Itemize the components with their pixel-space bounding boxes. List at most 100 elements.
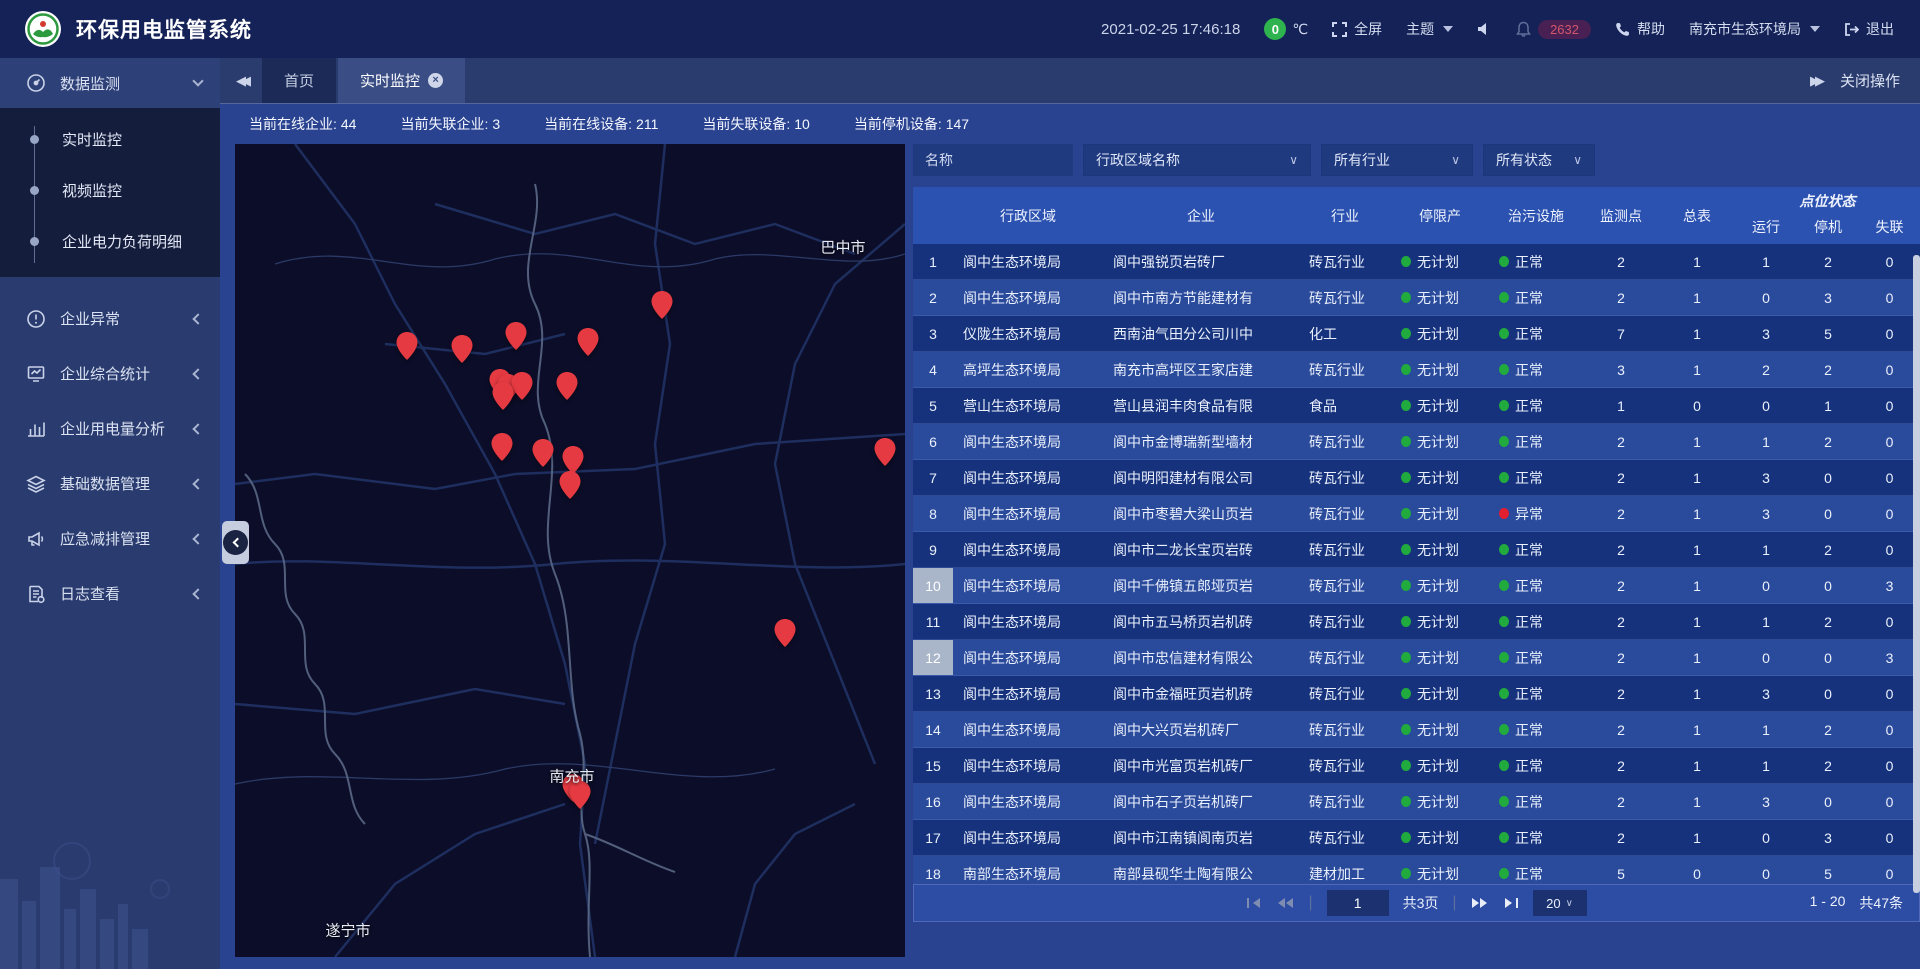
cell-total-meter: 1 bbox=[1659, 640, 1735, 675]
tab-home[interactable]: 首页 bbox=[262, 58, 336, 103]
help-button[interactable]: 帮助 bbox=[1615, 19, 1665, 39]
last-page-button[interactable] bbox=[1503, 897, 1519, 909]
status-dot-icon bbox=[1401, 508, 1411, 519]
cell-production-status: 无计划 bbox=[1391, 496, 1489, 531]
column-header-company: 企业 bbox=[1103, 187, 1299, 244]
fullscreen-button[interactable]: 全屏 bbox=[1332, 19, 1382, 39]
next-page-button[interactable] bbox=[1471, 897, 1489, 909]
sidebar-item-base-data[interactable]: 基础数据管理 bbox=[0, 456, 220, 511]
tabs-scroll-right-button[interactable]: ▶▶ bbox=[1810, 73, 1820, 89]
status-dot-icon bbox=[1499, 796, 1509, 807]
map-collapse-handle[interactable] bbox=[222, 521, 249, 564]
cell-index: 16 bbox=[913, 784, 953, 819]
sidebar-item-enterprise-abnormal[interactable]: 企业异常 bbox=[0, 291, 220, 346]
sidebar-item-video-monitor[interactable]: 视频监控 bbox=[0, 165, 220, 216]
chevron-left-icon bbox=[192, 533, 203, 544]
sidebar-item-power-load-detail[interactable]: 企业电力负荷明细 bbox=[0, 216, 220, 267]
map-marker-pin[interactable] bbox=[492, 382, 514, 410]
table-row[interactable]: 5 营山生态环境局 营山县润丰肉食品有限 食品 无计划 正常 1 0 0 1 0 bbox=[913, 388, 1920, 424]
vertical-scrollbar[interactable] bbox=[1913, 255, 1920, 893]
map-marker-pin[interactable] bbox=[577, 328, 599, 356]
table-row[interactable]: 8 阆中生态环境局 阆中市枣碧大梁山页岩 砖瓦行业 无计划 异常 2 1 3 0… bbox=[913, 496, 1920, 532]
chevron-left-icon bbox=[192, 313, 203, 324]
table-row[interactable]: 18 南部生态环境局 南部县砚华土陶有限公 建材加工 无计划 正常 5 0 0 … bbox=[913, 856, 1920, 884]
sidebar-item-data-monitor[interactable]: 数据监测 bbox=[0, 58, 220, 108]
sidebar-item-realtime-monitor[interactable]: 实时监控 bbox=[0, 114, 220, 165]
page-size-select[interactable]: 20 ∨ bbox=[1533, 890, 1587, 916]
sound-toggle-button[interactable] bbox=[1477, 22, 1492, 36]
cell-stopped: 2 bbox=[1797, 748, 1859, 783]
map-marker-pin[interactable] bbox=[774, 619, 796, 647]
name-filter-input[interactable] bbox=[913, 144, 1073, 176]
notifications-button[interactable]: 2632 bbox=[1516, 20, 1591, 39]
table-row[interactable]: 9 阆中生态环境局 阆中市二龙长宝页岩砖 砖瓦行业 无计划 正常 2 1 1 2… bbox=[913, 532, 1920, 568]
table-row[interactable]: 16 阆中生态环境局 阆中市石子页岩机砖厂 砖瓦行业 无计划 正常 2 1 3 … bbox=[913, 784, 1920, 820]
logout-button[interactable]: 退出 bbox=[1844, 19, 1894, 39]
table-row[interactable]: 4 高坪生态环境局 南充市高坪区王家店建 砖瓦行业 无计划 正常 3 1 2 2… bbox=[913, 352, 1920, 388]
table-row[interactable]: 6 阆中生态环境局 阆中市金博瑞新型墙材 砖瓦行业 无计划 正常 2 1 1 2… bbox=[913, 424, 1920, 460]
tab-realtime-monitor[interactable]: 实时监控 × bbox=[338, 58, 465, 103]
page-number-input[interactable] bbox=[1327, 890, 1389, 916]
cell-running: 3 bbox=[1735, 316, 1797, 351]
map-marker-pin[interactable] bbox=[562, 446, 584, 474]
sidebar-item-power-analysis[interactable]: 企业用电量分析 bbox=[0, 401, 220, 456]
cell-total-meter: 1 bbox=[1659, 316, 1735, 351]
prev-page-button[interactable] bbox=[1276, 897, 1294, 909]
sidebar-item-emergency-reduction[interactable]: 应急减排管理 bbox=[0, 511, 220, 566]
map-marker-pin[interactable] bbox=[491, 433, 513, 461]
map-marker-pin[interactable] bbox=[532, 439, 554, 467]
map-marker-pin[interactable] bbox=[505, 322, 527, 350]
table-row[interactable]: 2 阆中生态环境局 阆中市南方节能建材有 砖瓦行业 无计划 正常 2 1 0 3… bbox=[913, 280, 1920, 316]
cell-facility-status: 正常 bbox=[1489, 280, 1583, 315]
sidebar-item-log-view[interactable]: 日志查看 bbox=[0, 566, 220, 621]
cell-stopped: 1 bbox=[1797, 388, 1859, 423]
status-dot-icon bbox=[1499, 292, 1509, 303]
cell-index: 1 bbox=[913, 244, 953, 279]
table-row[interactable]: 13 阆中生态环境局 阆中市金福旺页岩机砖 砖瓦行业 无计划 正常 2 1 3 … bbox=[913, 676, 1920, 712]
map-marker-pin[interactable] bbox=[511, 372, 533, 400]
cell-lost: 0 bbox=[1859, 388, 1920, 423]
map-marker-pin[interactable] bbox=[556, 372, 578, 400]
map-marker-pin[interactable] bbox=[651, 291, 673, 319]
user-org-menu[interactable]: 南充市生态环境局 bbox=[1689, 19, 1820, 39]
table-row[interactable]: 15 阆中生态环境局 阆中市光富页岩机砖厂 砖瓦行业 无计划 正常 2 1 1 … bbox=[913, 748, 1920, 784]
table-row[interactable]: 7 阆中生态环境局 阆中明阳建材有限公司 砖瓦行业 无计划 正常 2 1 3 0… bbox=[913, 460, 1920, 496]
cell-company: 阆中市金博瑞新型墙材 bbox=[1103, 424, 1299, 459]
region-filter-select[interactable]: 行政区域名称 ∨ bbox=[1083, 144, 1311, 176]
close-operations-button[interactable]: 关闭操作 bbox=[1840, 70, 1900, 91]
industry-filter-select[interactable]: 所有行业 ∨ bbox=[1321, 144, 1473, 176]
table-header: 行政区域 企业 行业 停限产 治污设施 监测点 总表 点位状态 运行 停机 失联 bbox=[913, 187, 1920, 244]
table-row[interactable]: 3 仪陇生态环境局 西南油气田分公司川中 化工 无计划 正常 7 1 3 5 0 bbox=[913, 316, 1920, 352]
cell-company: 西南油气田分公司川中 bbox=[1103, 316, 1299, 351]
table-row[interactable]: 11 阆中生态环境局 阆中市五马桥页岩机砖 砖瓦行业 无计划 正常 2 1 1 … bbox=[913, 604, 1920, 640]
cell-industry: 砖瓦行业 bbox=[1299, 460, 1391, 495]
cell-stopped: 0 bbox=[1797, 676, 1859, 711]
tabs-scroll-left-button[interactable]: ◀◀ bbox=[220, 58, 262, 103]
sidebar-item-enterprise-stats[interactable]: 企业综合统计 bbox=[0, 346, 220, 401]
map-marker-pin[interactable] bbox=[559, 471, 581, 499]
table-row[interactable]: 14 阆中生态环境局 阆中大兴页岩机砖厂 砖瓦行业 无计划 正常 2 1 1 2… bbox=[913, 712, 1920, 748]
cell-region: 营山生态环境局 bbox=[953, 388, 1103, 423]
status-dot-icon bbox=[1401, 472, 1411, 483]
map-canvas[interactable]: 巴中市南充市遂宁市 bbox=[235, 144, 905, 957]
close-icon[interactable]: × bbox=[428, 73, 443, 88]
content-area: 当前在线企业:44 当前失联企业:3 当前在线设备:211 当前失联设备:10 … bbox=[220, 104, 1920, 969]
cell-lost: 0 bbox=[1859, 460, 1920, 495]
cell-region: 阆中生态环境局 bbox=[953, 280, 1103, 315]
cell-lost: 0 bbox=[1859, 712, 1920, 747]
theme-menu-button[interactable]: 主题 bbox=[1406, 19, 1453, 39]
table-row[interactable]: 1 阆中生态环境局 阆中强锐页岩砖厂 砖瓦行业 无计划 正常 2 1 1 2 0 bbox=[913, 244, 1920, 280]
map-marker-pin[interactable] bbox=[874, 438, 896, 466]
cell-lost: 0 bbox=[1859, 784, 1920, 819]
cell-running: 2 bbox=[1735, 352, 1797, 387]
first-page-button[interactable] bbox=[1246, 897, 1262, 909]
table-row[interactable]: 12 阆中生态环境局 阆中市忠信建材有限公 砖瓦行业 无计划 正常 2 1 0 … bbox=[913, 640, 1920, 676]
map-marker-pin[interactable] bbox=[451, 335, 473, 363]
cell-company: 阆中千佛镇五郎垭页岩 bbox=[1103, 568, 1299, 603]
table-row[interactable]: 10 阆中生态环境局 阆中千佛镇五郎垭页岩 砖瓦行业 无计划 正常 2 1 0 … bbox=[913, 568, 1920, 604]
status-dot-icon bbox=[1401, 292, 1411, 303]
table-row[interactable]: 17 阆中生态环境局 阆中市江南镇阆南页岩 砖瓦行业 无计划 正常 2 1 0 … bbox=[913, 820, 1920, 856]
map-marker-pin[interactable] bbox=[396, 332, 418, 360]
status-filter-select[interactable]: 所有状态 ∨ bbox=[1483, 144, 1595, 176]
cell-company: 阆中市二龙长宝页岩砖 bbox=[1103, 532, 1299, 567]
